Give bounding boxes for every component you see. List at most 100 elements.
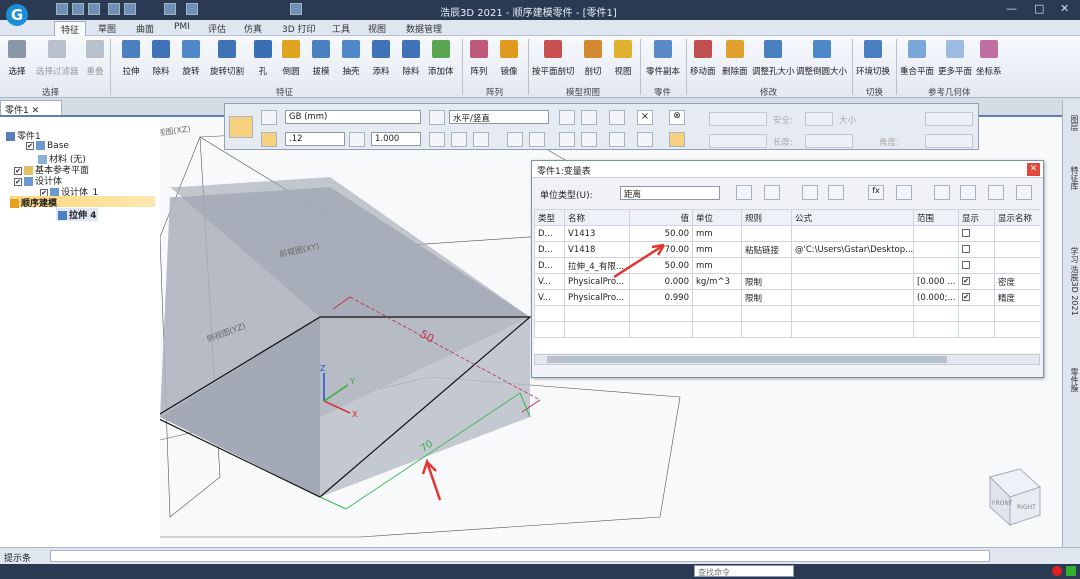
- filter-icon[interactable]: [828, 185, 844, 200]
- scrollbar-thumb[interactable]: [547, 356, 947, 363]
- help-icon[interactable]: [186, 3, 198, 15]
- table-row[interactable]: V... PhysicalPro... 0.990 限制 (0.000;... ✔ 精度: [534, 289, 1040, 306]
- tab-simulation[interactable]: 仿真: [238, 21, 268, 36]
- more-planes-button[interactable]: 更多平面: [938, 40, 972, 77]
- dim-option-5-icon[interactable]: [529, 132, 545, 147]
- scale-input[interactable]: 1.000: [371, 132, 421, 146]
- tab-view[interactable]: 视图: [362, 21, 392, 36]
- dimension-style-icon[interactable]: [229, 116, 253, 138]
- resize-hole-button[interactable]: 调整孔大小: [752, 40, 795, 77]
- graph-icon[interactable]: [896, 185, 912, 200]
- revolve-cut-button[interactable]: 旋转切割: [210, 40, 244, 77]
- table-row[interactable]: D... 拉伸_4_有限... 50.00 mm: [534, 257, 1040, 274]
- orientation-icon[interactable]: [429, 110, 445, 125]
- minimize-icon[interactable]: —: [1006, 2, 1017, 15]
- hole-button[interactable]: 孔: [254, 40, 272, 77]
- tree-item-extrude-4[interactable]: 拉伸 4: [56, 208, 99, 221]
- tab-surface[interactable]: 曲面: [130, 21, 160, 36]
- unit-type-select[interactable]: 距离: [620, 186, 720, 200]
- tab-pmi[interactable]: PMI: [168, 21, 196, 36]
- remove-material-button[interactable]: 除料: [402, 40, 420, 77]
- redo-icon[interactable]: [124, 3, 136, 15]
- orientation-select[interactable]: 水平/竖直: [449, 110, 549, 124]
- resize-round-button[interactable]: 调整倒圆大小: [796, 40, 847, 77]
- print-icon[interactable]: [164, 3, 176, 15]
- tab-tools[interactable]: 工具: [326, 21, 356, 36]
- show-checkbox[interactable]: [962, 245, 970, 253]
- delete-face-button[interactable]: 删除面: [722, 40, 748, 77]
- export-excel-icon[interactable]: [934, 185, 950, 200]
- move-face-button[interactable]: 移动面: [690, 40, 716, 77]
- function-icon[interactable]: fx: [868, 185, 884, 200]
- select-tool-icon[interactable]: [290, 3, 302, 15]
- shell-button[interactable]: 抽壳: [342, 40, 360, 77]
- part-copy-button[interactable]: 零件副本: [646, 40, 680, 77]
- options-icon[interactable]: [1016, 185, 1032, 200]
- view-button[interactable]: 视图: [614, 40, 632, 77]
- tab-evaluate[interactable]: 评估: [202, 21, 232, 36]
- draft-button[interactable]: 拔模: [312, 40, 330, 77]
- prompt-field[interactable]: [50, 550, 990, 562]
- checkbox-base[interactable]: ✔: [26, 141, 34, 150]
- extrude-button[interactable]: 拉伸: [122, 40, 140, 77]
- horizontal-scrollbar[interactable]: [534, 354, 1040, 365]
- dim-option-12-icon[interactable]: [637, 132, 653, 147]
- doc-tab[interactable]: 零件1 ✕: [0, 100, 62, 116]
- tab-3d-print[interactable]: 3D 打印: [276, 21, 322, 36]
- part-family-tab[interactable]: 零件簇: [1064, 360, 1080, 400]
- dim-option-7-icon[interactable]: [581, 110, 597, 125]
- pattern-button[interactable]: 阵列: [470, 40, 488, 77]
- open-file-icon[interactable]: [72, 3, 84, 15]
- dim-option-6-icon[interactable]: [559, 110, 575, 125]
- dim-option-8-icon[interactable]: [609, 110, 625, 125]
- round-button[interactable]: 倒圆: [282, 40, 300, 77]
- copy-icon[interactable]: [764, 185, 780, 200]
- link-icon[interactable]: [802, 185, 818, 200]
- add-material-button[interactable]: 添料: [372, 40, 390, 77]
- feature-library-tab[interactable]: 特征库: [1064, 158, 1080, 198]
- show-checkbox[interactable]: [962, 261, 970, 269]
- scale-icon[interactable]: [349, 132, 365, 147]
- add-body-button[interactable]: 添加体: [428, 40, 454, 77]
- select-button[interactable]: 选择: [8, 40, 26, 77]
- print-table-icon[interactable]: [960, 185, 976, 200]
- dim-option-1-icon[interactable]: [429, 132, 445, 147]
- mirror-button[interactable]: 镜像: [500, 40, 518, 77]
- tree-item-base[interactable]: ✔ Base: [26, 141, 69, 151]
- dim-option-13-icon[interactable]: [669, 132, 685, 147]
- overlap-button[interactable]: 重叠: [86, 40, 104, 77]
- new-file-icon[interactable]: [56, 3, 68, 15]
- show-checkbox[interactable]: ✔: [962, 277, 970, 285]
- upload-icon[interactable]: [1066, 566, 1076, 576]
- table-row[interactable]: V... PhysicalPro... 0.000 kg/m^3 限制 [0.000 ..…: [534, 273, 1040, 290]
- lock-icon[interactable]: [261, 132, 277, 147]
- close-dialog-button[interactable]: ✕: [1027, 163, 1040, 176]
- select-filter-button[interactable]: 选择过滤器: [36, 40, 79, 77]
- tree-item-ordered-modeling[interactable]: 顺序建模: [10, 196, 155, 209]
- learn-tab[interactable]: 学习 浩辰3D 2021: [1064, 236, 1080, 326]
- coordinate-system-button[interactable]: 坐标系: [976, 40, 1002, 77]
- precision-select[interactable]: .12: [285, 132, 345, 146]
- undo-icon[interactable]: [108, 3, 120, 15]
- coincident-plane-button[interactable]: 重合平面: [900, 40, 934, 77]
- style-icon[interactable]: [261, 110, 277, 125]
- record-icon[interactable]: [1052, 566, 1062, 576]
- dim-option-10-icon[interactable]: [581, 132, 597, 147]
- close-icon[interactable]: ✕: [1060, 2, 1069, 15]
- show-checkbox[interactable]: [962, 229, 970, 237]
- section-button[interactable]: 剖切: [584, 40, 602, 77]
- show-checkbox[interactable]: ✔: [962, 293, 970, 301]
- edit-icon[interactable]: [988, 185, 1004, 200]
- dim-option-9-icon[interactable]: [559, 132, 575, 147]
- environment-switch-button[interactable]: 环境切换: [856, 40, 890, 77]
- dim-option-11-icon[interactable]: [609, 132, 625, 147]
- tab-data-management[interactable]: 数据管理: [400, 21, 448, 36]
- dim-option-2-icon[interactable]: [451, 132, 467, 147]
- close-x-icon[interactable]: ×: [637, 110, 653, 125]
- dim-option-3-icon[interactable]: [473, 132, 489, 147]
- table-row[interactable]: D... V1418 70.00 mm 粘贴链接 @'C:\Users\Gstar\Des…: [534, 241, 1040, 258]
- save-icon[interactable]: [88, 3, 100, 15]
- dim-option-4-icon[interactable]: [507, 132, 523, 147]
- revolve-button[interactable]: 旋转: [182, 40, 200, 77]
- dimension-standard-select[interactable]: GB (mm): [285, 110, 421, 124]
